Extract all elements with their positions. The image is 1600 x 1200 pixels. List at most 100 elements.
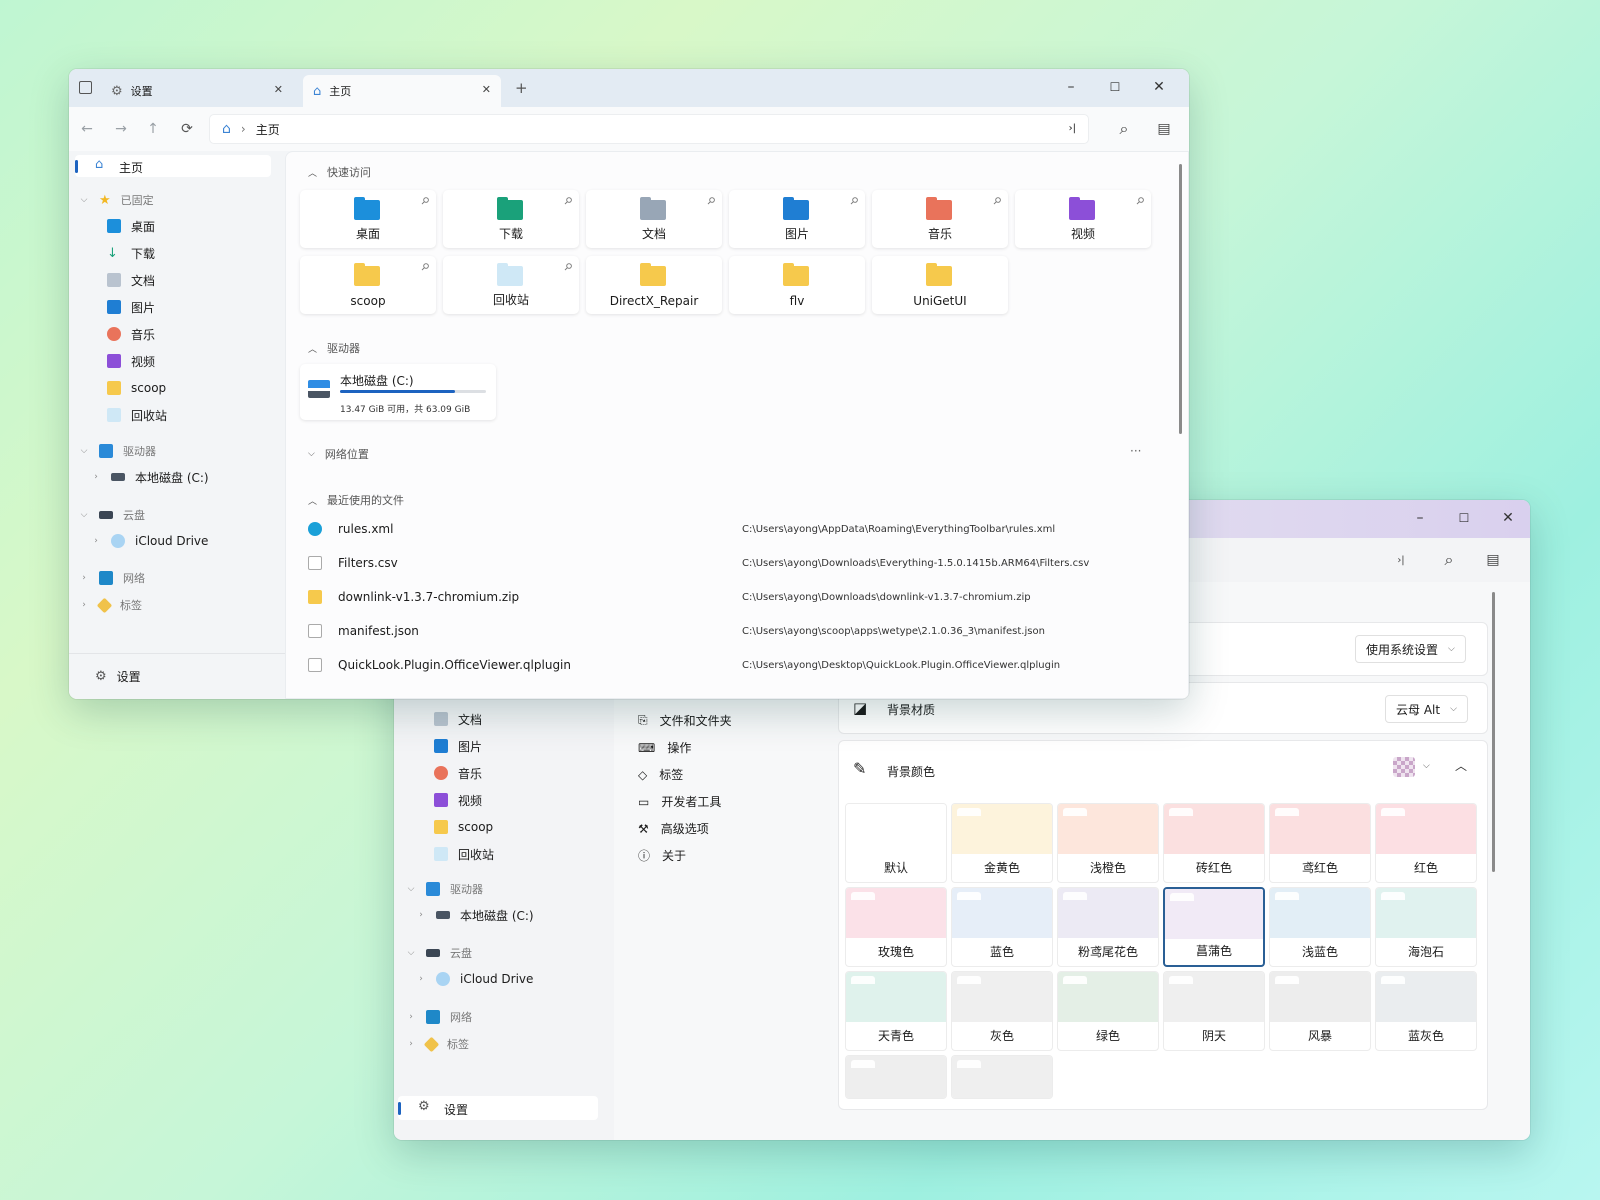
pin-icon[interactable]: ⚲ xyxy=(418,261,431,274)
refresh-button[interactable]: ⟳ xyxy=(173,115,201,143)
color-swatch[interactable] xyxy=(845,1055,947,1099)
quick-access-unigetui[interactable]: UniGetUI xyxy=(872,256,1008,314)
recent-file-row[interactable]: rules.xml C:\Users\ayong\AppData\Roaming\… xyxy=(308,514,1168,544)
quick-access-directx-repair[interactable]: DirectX_Repair xyxy=(586,256,722,314)
color-swatch[interactable]: 蓝色 xyxy=(951,887,1053,967)
sidebar-group-pinned[interactable]: ⌵ ★ 已固定 xyxy=(79,187,154,213)
color-swatch[interactable]: 蓝灰色 xyxy=(1375,971,1477,1051)
sidebar-item-downloads[interactable]: ↓ 下载 xyxy=(107,240,155,266)
minimize-button[interactable]: – xyxy=(1049,69,1093,105)
color-preview-swatch[interactable] xyxy=(1393,757,1415,777)
tab-actions-icon[interactable] xyxy=(79,81,92,94)
recent-file-row[interactable]: QuickLook.Plugin.OfficeViewer.qlplugin C:… xyxy=(308,650,1168,680)
forward-button[interactable]: → xyxy=(107,115,135,143)
settings-nav-about[interactable]: ⓘ 关于 xyxy=(638,847,686,864)
settings-nav-tags[interactable]: ◇ 标签 xyxy=(638,766,683,783)
pin-icon[interactable]: ⚲ xyxy=(418,195,431,208)
color-swatch[interactable]: 海泡石 xyxy=(1375,887,1477,967)
settings-nav-dev-tools[interactable]: ▭ 开发者工具 xyxy=(638,793,721,810)
quick-access-desktop[interactable]: 桌面 ⚲ xyxy=(300,190,436,248)
sidebar-group-tags[interactable]: › 标签 xyxy=(406,1031,469,1057)
section-network[interactable]: ⌵ 网络位置 xyxy=(308,446,369,462)
maximize-button[interactable]: ☐ xyxy=(1442,500,1486,536)
color-swatch[interactable]: 阴天 xyxy=(1163,971,1265,1051)
pin-icon[interactable]: ⚲ xyxy=(990,195,1003,208)
pin-icon[interactable]: ⚲ xyxy=(561,261,574,274)
sidebar-item-icloud[interactable]: › iCloud Drive xyxy=(416,966,533,992)
search-icon[interactable]: ⌕ xyxy=(1109,115,1139,143)
sidebar-item-music[interactable]: 音乐 xyxy=(434,760,482,786)
chevron-up-icon[interactable]: ︿ xyxy=(1455,757,1467,774)
sidebar-group-cloud[interactable]: ⌵ 云盘 xyxy=(406,940,472,966)
more-options-button[interactable]: ··· xyxy=(1130,444,1141,458)
tab-settings[interactable]: ⚙ 设置 ✕ xyxy=(101,75,293,107)
color-swatch[interactable]: 红色 xyxy=(1375,803,1477,883)
color-swatch[interactable]: 金黄色 xyxy=(951,803,1053,883)
quick-access-music[interactable]: 音乐 ⚲ xyxy=(872,190,1008,248)
quick-access-scoop[interactable]: scoop ⚲ xyxy=(300,256,436,314)
quick-access-downloads[interactable]: 下载 ⚲ xyxy=(443,190,579,248)
new-tab-button[interactable]: + xyxy=(515,79,528,97)
chevron-down-icon[interactable]: ⌵ xyxy=(1423,761,1430,771)
color-swatch[interactable]: 浅蓝色 xyxy=(1269,887,1371,967)
sidebar-item-documents[interactable]: 文档 xyxy=(434,706,482,732)
color-swatch[interactable]: 灰色 xyxy=(951,971,1053,1051)
settings-nav-actions[interactable]: ⌨ 操作 xyxy=(638,739,691,756)
recent-file-row[interactable]: downlink-v1.3.7-chromium.zip C:\Users\ayo… xyxy=(308,582,1168,612)
quick-access-recycle-bin[interactable]: 回收站 ⚲ xyxy=(443,256,579,314)
sidebar-item-music[interactable]: 音乐 xyxy=(107,321,155,347)
sidebar-item-recycle-bin[interactable]: 回收站 xyxy=(434,841,494,867)
pane-toggle-icon[interactable]: ›| xyxy=(1386,546,1416,574)
sidebar-group-tags[interactable]: › 标签 xyxy=(79,592,142,618)
color-swatch[interactable]: 天青色 xyxy=(845,971,947,1051)
close-tab-icon[interactable]: ✕ xyxy=(482,83,491,96)
color-swatch[interactable]: 菖蒲色 xyxy=(1163,887,1265,967)
sidebar-item-icloud[interactable]: › iCloud Drive xyxy=(91,528,208,554)
color-swatch[interactable]: 绿色 xyxy=(1057,971,1159,1051)
color-swatch[interactable]: 风暴 xyxy=(1269,971,1371,1051)
close-button[interactable]: ✕ xyxy=(1137,69,1181,105)
recent-file-row[interactable]: Filters.csv C:\Users\ayong\Downloads\Ever… xyxy=(308,548,1168,578)
settings-nav-advanced[interactable]: ⚒ 高级选项 xyxy=(638,820,709,837)
close-button[interactable]: ✕ xyxy=(1486,500,1530,536)
theme-dropdown[interactable]: 使用系统设置 ⌵ xyxy=(1355,635,1466,663)
scrollbar[interactable] xyxy=(1492,592,1495,872)
sidebar-item-pictures[interactable]: 图片 xyxy=(107,294,155,320)
color-swatch[interactable]: 砖红色 xyxy=(1163,803,1265,883)
back-button[interactable]: ← xyxy=(73,115,101,143)
quick-access-flv[interactable]: flv xyxy=(729,256,865,314)
sidebar-item-recycle-bin[interactable]: 回收站 xyxy=(107,402,167,428)
sidebar-group-drives[interactable]: ⌵ 驱动器 xyxy=(406,876,483,902)
breadcrumb-separator[interactable]: › xyxy=(241,122,246,136)
section-drives[interactable]: ︿ 驱动器 xyxy=(308,340,360,356)
drive-card[interactable]: 本地磁盘 (C:) 13.47 GiB 可用，共 63.09 GiB xyxy=(300,364,496,420)
scrollbar[interactable] xyxy=(1179,164,1182,434)
pin-icon[interactable]: ⚲ xyxy=(704,195,717,208)
minimize-button[interactable]: – xyxy=(1398,500,1442,536)
quick-access-pictures[interactable]: 图片 ⚲ xyxy=(729,190,865,248)
quick-access-documents[interactable]: 文档 ⚲ xyxy=(586,190,722,248)
pin-icon[interactable]: ⚲ xyxy=(561,195,574,208)
sidebar-item-desktop[interactable]: 桌面 xyxy=(107,213,155,239)
sidebar-item-videos[interactable]: 视频 xyxy=(107,348,155,374)
maximize-button[interactable]: ☐ xyxy=(1093,69,1137,105)
up-button[interactable]: ↑ xyxy=(139,115,167,143)
sidebar-item-documents[interactable]: 文档 xyxy=(107,267,155,293)
preview-pane-icon[interactable]: ▤ xyxy=(1149,115,1179,143)
sidebar-group-drives[interactable]: ⌵ 驱动器 xyxy=(79,438,156,464)
color-swatch[interactable]: 玫瑰色 xyxy=(845,887,947,967)
sidebar-item-scoop[interactable]: scoop xyxy=(107,375,166,401)
search-icon[interactable]: ⌕ xyxy=(1434,546,1464,574)
preview-pane-icon[interactable]: ▤ xyxy=(1478,546,1508,574)
color-swatch[interactable]: 浅橙色 xyxy=(1057,803,1159,883)
sidebar-item-settings[interactable]: ⚙ 设置 xyxy=(95,663,141,689)
sidebar-item-settings[interactable]: ⚙ 设置 xyxy=(398,1096,598,1120)
material-dropdown[interactable]: 云母 Alt ⌵ xyxy=(1385,695,1468,723)
breadcrumb-home[interactable]: 主页 xyxy=(256,121,280,138)
section-quick-access[interactable]: ︿ 快速访问 xyxy=(308,164,371,180)
color-swatch[interactable]: 鸢红色 xyxy=(1269,803,1371,883)
sidebar-group-network[interactable]: › 网络 xyxy=(79,565,145,591)
sidebar-item-drive-c[interactable]: › 本地磁盘 (C:) xyxy=(416,902,533,928)
sidebar-item-pictures[interactable]: 图片 xyxy=(434,733,482,759)
pin-icon[interactable]: ⚲ xyxy=(847,195,860,208)
